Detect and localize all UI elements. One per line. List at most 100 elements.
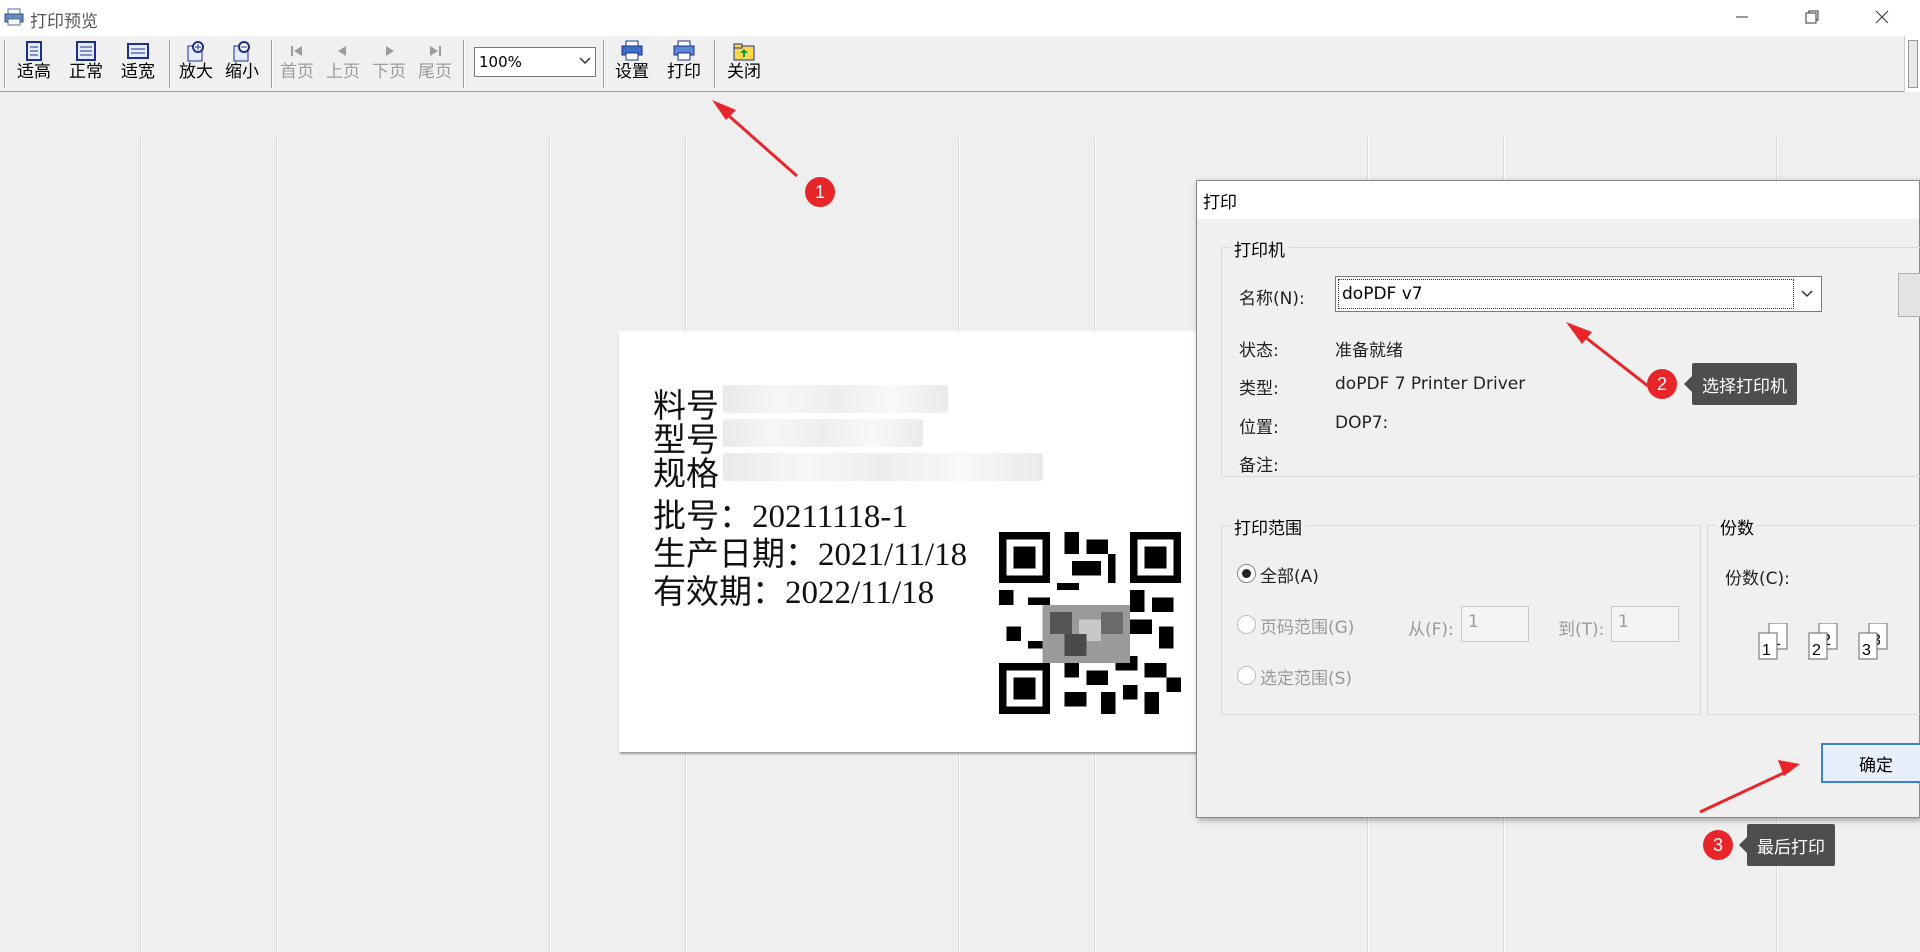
type-label: 类型: xyxy=(1239,379,1279,399)
restore-button[interactable] xyxy=(1784,0,1840,34)
from-input[interactable]: 1 xyxy=(1461,606,1529,642)
zoom-select[interactable]: 100% xyxy=(474,47,596,77)
ok-button[interactable]: 确定 xyxy=(1821,743,1920,783)
zoom-in-label: 放大 xyxy=(179,62,213,82)
chevron-down-icon xyxy=(1801,290,1813,298)
prev-page-label: 上页 xyxy=(326,62,360,82)
next-page-label: 下页 xyxy=(372,62,406,82)
svg-text:2: 2 xyxy=(1812,642,1821,659)
toolbar-separator xyxy=(169,40,171,88)
last-page-label: 尾页 xyxy=(418,62,452,82)
scrollbar[interactable] xyxy=(1904,36,1920,92)
next-page-button[interactable]: 下页 xyxy=(366,40,412,88)
printer-name-value: doPDF v7 xyxy=(1338,279,1794,309)
minimize-button[interactable] xyxy=(1714,0,1770,34)
status-label: 状态: xyxy=(1239,341,1279,361)
first-page-label: 首页 xyxy=(280,62,314,82)
zoom-out-label: 缩小 xyxy=(225,62,259,82)
status-value: 准备就绪 xyxy=(1335,341,1403,361)
fit-width-icon xyxy=(127,43,149,59)
zoom-in-button[interactable]: 放大 xyxy=(173,40,219,88)
first-page-button[interactable]: 首页 xyxy=(274,40,320,88)
range-all-label[interactable]: 全部(A) xyxy=(1260,562,1319,587)
last-page-icon xyxy=(430,46,441,56)
normal-label: 正常 xyxy=(69,62,103,82)
expiry-date: 有效期：2022/11/18 xyxy=(653,575,935,611)
chevron-down-icon xyxy=(579,57,591,65)
label-preview: 料号 型号 规格 批号：20211118-1 生产日期：2021/11/18 有… xyxy=(619,331,1200,752)
step-3-tooltip: 最后打印 xyxy=(1739,824,1835,866)
first-page-icon xyxy=(291,46,302,56)
zoom-out-icon xyxy=(233,41,250,62)
close-preview-button[interactable]: 关闭 xyxy=(721,40,767,88)
print-dialog: 打印 打印机 名称(N): doPDF v7 状态: 准备就绪 类型: doPD… xyxy=(1196,180,1920,818)
fit-width-button[interactable]: 适宽 xyxy=(115,40,161,88)
restore-icon xyxy=(1805,10,1819,24)
dialog-title: 打印 xyxy=(1203,193,1237,213)
zoom-out-button[interactable]: 缩小 xyxy=(219,40,265,88)
dropdown-button[interactable] xyxy=(1793,277,1821,311)
step-2-badge: 2 xyxy=(1647,369,1677,399)
fit-height-button[interactable]: 适高 xyxy=(11,40,57,88)
print-button[interactable]: 打印 xyxy=(661,40,707,88)
to-label: 到(T): xyxy=(1558,620,1605,640)
step-1-badge: 1 xyxy=(805,177,835,207)
fit-width-label: 适宽 xyxy=(121,62,155,82)
printer-icon xyxy=(4,8,24,26)
setup-button[interactable]: 设置 xyxy=(609,40,655,88)
svg-text:3: 3 xyxy=(1862,642,1871,659)
printer-properties-button[interactable] xyxy=(1898,273,1920,317)
specification: 规格 xyxy=(653,457,719,493)
range-selection-label[interactable]: 选定范围(S) xyxy=(1260,664,1352,689)
printer-group-title: 打印机 xyxy=(1230,236,1289,261)
printer-setup-icon xyxy=(621,40,643,61)
scrollbar-thumb[interactable] xyxy=(1908,40,1918,88)
range-selection-radio[interactable] xyxy=(1237,666,1256,685)
toolbar-separator xyxy=(271,40,273,88)
svg-text:1: 1 xyxy=(1762,642,1771,659)
to-input[interactable]: 1 xyxy=(1611,606,1679,642)
comment-label: 备注: xyxy=(1239,456,1279,476)
collate-pages-icon: 1 1 2 2 3 3 xyxy=(1758,623,1888,660)
page-divider xyxy=(549,137,551,952)
print-label: 打印 xyxy=(667,62,701,82)
normal-view-icon xyxy=(76,41,96,61)
next-page-icon xyxy=(386,46,394,56)
print-icon xyxy=(673,40,695,61)
page-divider xyxy=(140,137,142,952)
zoom-value: 100% xyxy=(479,53,522,71)
range-all-radio[interactable] xyxy=(1237,564,1256,583)
range-pages-label[interactable]: 页码范围(G) xyxy=(1260,613,1354,638)
redacted-text xyxy=(723,419,923,447)
zoom-in-icon xyxy=(187,41,204,62)
last-page-button[interactable]: 尾页 xyxy=(412,40,458,88)
prev-page-icon xyxy=(338,46,346,56)
type-value: doPDF 7 Printer Driver xyxy=(1335,374,1526,394)
from-label: 从(F): xyxy=(1408,620,1454,640)
minimize-icon xyxy=(1736,16,1748,18)
close-label: 关闭 xyxy=(727,62,761,82)
dialog-title-bar: 打印 xyxy=(1197,181,1919,219)
copies-group-title: 份数 xyxy=(1716,514,1758,539)
step-3-badge: 3 xyxy=(1703,830,1733,860)
toolbar-separator xyxy=(463,40,465,88)
close-button[interactable] xyxy=(1854,0,1910,34)
printer-name-select[interactable]: doPDF v7 xyxy=(1335,276,1822,312)
title-bar: 打印预览 xyxy=(0,0,1920,36)
toolbar-separator xyxy=(4,40,6,88)
range-pages-radio[interactable] xyxy=(1237,615,1256,634)
copies-label: 份数(C): xyxy=(1725,569,1790,589)
toolbar: 适高 正常 适宽 放大 缩小 首页 上页 下页 尾页 设置 打印 关闭 xyxy=(0,36,1920,92)
qr-code xyxy=(999,532,1181,714)
fit-height-icon xyxy=(26,41,42,61)
prev-page-button[interactable]: 上页 xyxy=(320,40,366,88)
toolbar-separator xyxy=(714,40,716,88)
normal-button[interactable]: 正常 xyxy=(63,40,109,88)
printer-name-label: 名称(N): xyxy=(1239,289,1305,309)
redacted-text xyxy=(723,453,1043,481)
print-range-title: 打印范围 xyxy=(1230,514,1306,539)
fit-height-label: 适高 xyxy=(17,62,51,82)
page-divider xyxy=(276,137,278,952)
location-value: DOP7: xyxy=(1335,413,1389,433)
setup-label: 设置 xyxy=(615,62,649,82)
